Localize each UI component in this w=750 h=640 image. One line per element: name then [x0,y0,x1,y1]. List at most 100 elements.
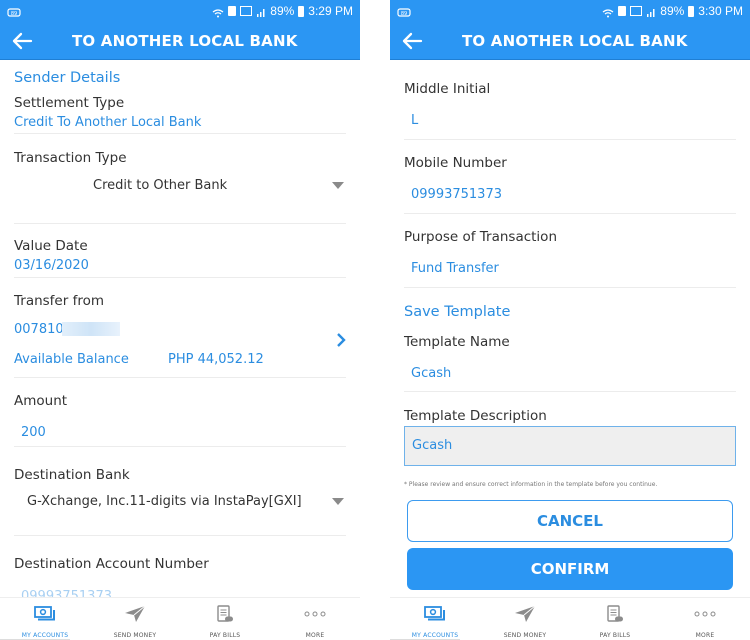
battery-percent: 89% [270,4,295,18]
nav-more[interactable]: MORE [270,598,360,640]
cancel-button[interactable]: CANCEL [407,500,733,542]
nav-label: SEND MONEY [113,632,157,639]
mobile-number-input[interactable]: 09993751373 [411,187,502,202]
status-bar: 89 89% 3:30 PM [390,0,750,22]
transaction-type-dropdown[interactable]: Credit to Other Bank [14,169,346,209]
chevron-right-icon [337,333,346,347]
form-content: Middle Initial L Mobile Number 099937513… [390,61,750,597]
arrow-left-icon [402,32,423,49]
nav-label: MY ACCOUNTS [21,632,69,639]
destination-bank-dropdown[interactable]: G-Xchange, Inc.11-digits via InstaPay[GX… [14,488,346,522]
accounts-icon [424,604,446,624]
settlement-type-label: Settlement Type [14,95,125,111]
middle-initial-input[interactable]: L [411,113,418,128]
value-date-label: Value Date [14,238,88,254]
amount-input[interactable]: 200 [21,425,46,440]
masked-account-digits [62,322,120,336]
purpose-input[interactable]: Fund Transfer [411,261,499,276]
svg-text:89: 89 [11,11,17,17]
destination-bank-label: Destination Bank [14,467,130,483]
signal-bars-icon [646,6,656,17]
section-heading-save-template: Save Template [404,304,511,320]
clock: 3:30 PM [698,4,743,18]
clock: 3:29 PM [308,4,353,18]
nav-pay-bills[interactable]: PAY BILLS [180,598,270,640]
sim-icon [618,6,627,16]
nav-label: SEND MONEY [503,632,547,639]
nav-label: MY ACCOUNTS [411,632,459,639]
dropdown-arrow-icon [332,498,344,505]
wifi-icon [602,7,614,17]
template-name-input[interactable]: Gcash [411,366,451,381]
purpose-label: Purpose of Transaction [404,229,558,245]
divider [404,139,736,140]
paper-plane-icon [514,604,536,624]
page-title: TO ANOTHER LOCAL BANK [462,32,688,50]
signal-icon [240,6,253,16]
accounts-icon [34,604,56,624]
value-date-value[interactable]: 03/16/2020 [14,258,89,273]
nav-send-money[interactable]: SEND MONEY [480,598,570,640]
bottom-navigation: MY ACCOUNTS SEND MONEY PAY BILLS MORE [390,597,750,640]
signal-bars-icon [256,6,266,17]
paper-plane-icon [124,604,146,624]
screen-save-template: 89 89% 3:30 PM TO ANOTHER LOCAL BANK Mid… [390,0,750,640]
account-number: 007810 [14,322,64,337]
review-note: * Please review and ensure correct infor… [404,481,658,488]
divider [404,213,736,214]
notification-icon: 89 [397,6,411,17]
more-dots-icon [304,604,326,624]
destination-bank-value: G-Xchange, Inc.11-digits via InstaPay[GX… [27,494,302,509]
mobile-number-label: Mobile Number [404,155,507,171]
divider [14,535,346,536]
template-description-input[interactable]: Gcash [404,426,736,466]
bill-icon [606,604,624,624]
form-content: Sender Details Settlement Type Credit To… [0,61,360,597]
template-name-label: Template Name [404,334,510,350]
divider [404,287,736,288]
back-button[interactable] [2,22,42,60]
status-bar: 89 89% 3:29 PM [0,0,360,22]
transfer-from-account-selector[interactable]: 007810 Available Balance PHP 44,052.12 [0,316,360,372]
app-bar: TO ANOTHER LOCAL BANK [390,22,750,60]
divider [14,446,346,447]
sim-icon [228,6,237,16]
transfer-from-label: Transfer from [14,293,104,309]
nav-pay-bills[interactable]: PAY BILLS [570,598,660,640]
divider [404,391,736,392]
battery-icon [688,5,695,17]
confirm-button[interactable]: CONFIRM [407,548,733,590]
divider [14,223,346,224]
nav-my-accounts[interactable]: MY ACCOUNTS [390,598,480,640]
available-balance-label: Available Balance [14,352,129,367]
back-button[interactable] [392,22,432,60]
destination-account-number-label: Destination Account Number [14,556,209,572]
nav-my-accounts[interactable]: MY ACCOUNTS [0,598,90,640]
bill-icon [216,604,234,624]
nav-label: MORE [305,632,325,639]
amount-label: Amount [14,393,68,409]
nav-label: MORE [695,632,715,639]
battery-percent: 89% [660,4,685,18]
available-balance-value: PHP 44,052.12 [168,352,264,367]
template-description-value: Gcash [412,438,453,453]
section-heading-sender-details: Sender Details [14,70,121,86]
arrow-left-icon [12,32,33,49]
nav-label: PAY BILLS [209,632,241,639]
dropdown-arrow-icon [332,182,344,189]
middle-initial-label: Middle Initial [404,81,491,97]
nav-send-money[interactable]: SEND MONEY [90,598,180,640]
battery-icon [298,5,305,17]
nav-label: PAY BILLS [599,632,631,639]
destination-account-number-input[interactable]: 09993751373 [21,589,112,597]
nav-more[interactable]: MORE [660,598,750,640]
transaction-type-value: Credit to Other Bank [93,178,228,193]
divider [14,377,346,378]
bottom-navigation: MY ACCOUNTS SEND MONEY PAY BILLS MORE [0,597,360,640]
signal-icon [630,6,643,16]
divider [14,277,346,278]
app-bar: TO ANOTHER LOCAL BANK [0,22,360,60]
transaction-type-label: Transaction Type [14,150,127,166]
page-title: TO ANOTHER LOCAL BANK [72,32,298,50]
settlement-type-value: Credit To Another Local Bank [14,115,202,130]
